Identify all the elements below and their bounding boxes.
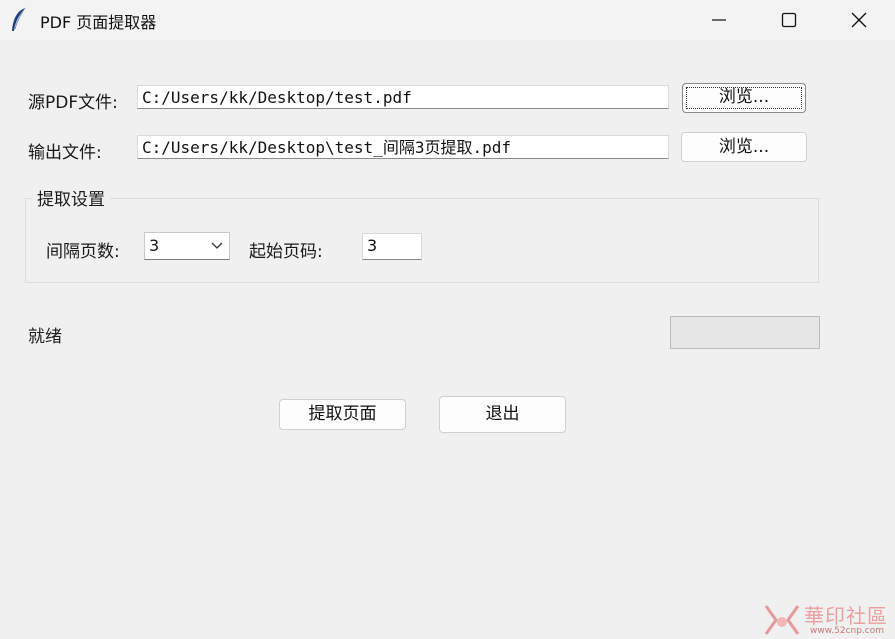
extract-pages-button[interactable]: 提取页面 (279, 399, 406, 430)
interval-label: 间隔页数: (46, 242, 120, 262)
interval-value: 3 (149, 236, 160, 255)
interval-select[interactable]: 3 (144, 232, 230, 260)
minimize-icon (712, 19, 726, 21)
feather-icon (12, 7, 26, 31)
output-file-label: 输出文件: (28, 143, 102, 163)
close-icon (851, 12, 867, 28)
extract-pages-label: 提取页面 (308, 404, 377, 424)
exit-button[interactable]: 退出 (439, 396, 566, 433)
window-title: PDF 页面提取器 (40, 13, 157, 32)
watermark-logo: 華印社區 www.52cnp.com (762, 600, 892, 638)
close-button[interactable] (825, 0, 895, 40)
minimize-button[interactable] (685, 0, 755, 40)
start-page-input[interactable]: 3 (362, 233, 422, 260)
watermark-text: 華印社區 (804, 604, 888, 628)
extract-settings-title: 提取设置 (32, 185, 110, 210)
source-file-label: 源PDF文件: (28, 93, 118, 113)
status-text: 就绪 (28, 327, 62, 347)
watermark-emblem-icon (764, 605, 800, 635)
watermark-url: www.52cnp.com (810, 626, 885, 636)
focus-ring (686, 87, 802, 109)
exit-label: 退出 (485, 404, 520, 424)
maximize-icon (781, 12, 797, 28)
source-browse-button[interactable]: 浏览... (682, 83, 806, 113)
title-bar: PDF 页面提取器 (0, 0, 895, 40)
start-page-label: 起始页码: (249, 242, 323, 262)
output-file-input[interactable]: C:/Users/kk/Desktop\test_间隔3页提取.pdf (137, 135, 669, 159)
chevron-down-icon (211, 242, 223, 249)
maximize-button[interactable] (755, 0, 825, 40)
progress-bar (670, 316, 820, 349)
output-browse-label: 浏览... (718, 137, 770, 157)
source-file-input[interactable]: C:/Users/kk/Desktop/test.pdf (137, 85, 669, 109)
output-browse-button[interactable]: 浏览... (681, 132, 807, 162)
